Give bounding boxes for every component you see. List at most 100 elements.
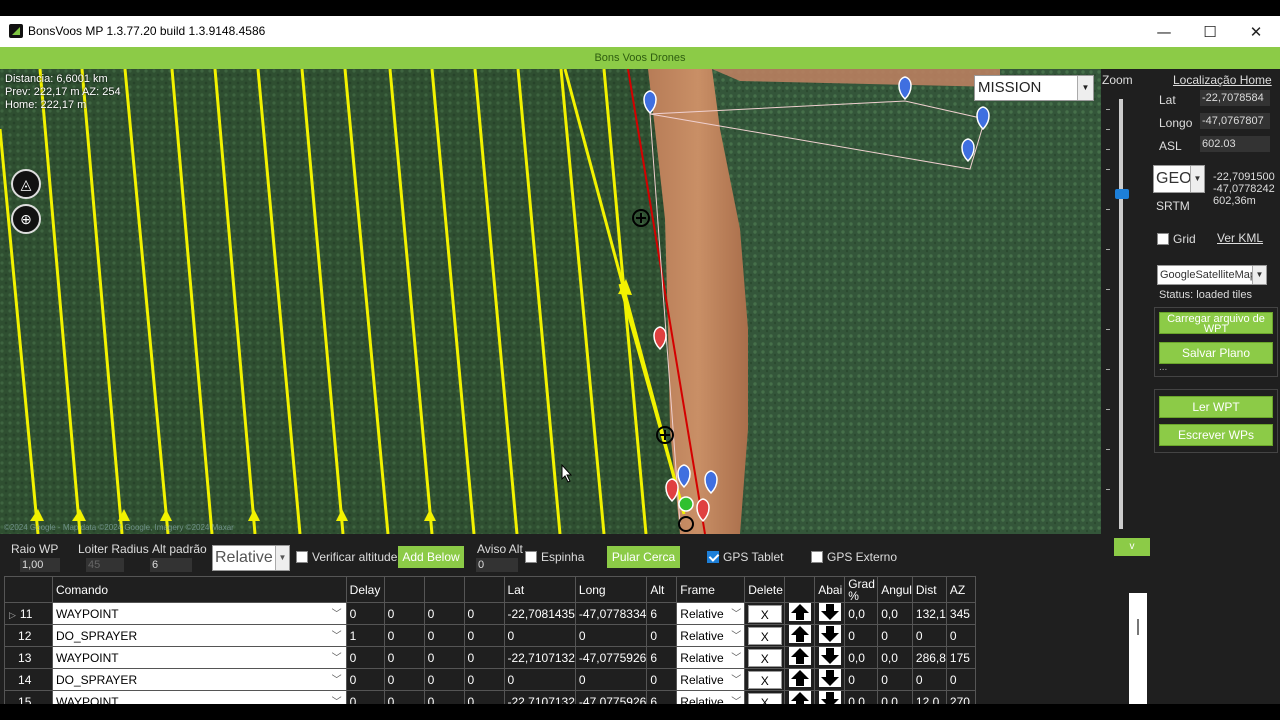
- move-down-cell[interactable]: [814, 690, 846, 704]
- alt-frame-select[interactable]: Relative ▼: [212, 545, 290, 571]
- delete-cell[interactable]: X: [744, 646, 786, 669]
- lat-input[interactable]: -22,7078584: [1200, 90, 1270, 106]
- long-input[interactable]: -47,0767807: [1200, 113, 1270, 129]
- long-cell[interactable]: 0: [574, 624, 648, 647]
- command-select[interactable]: WAYPOINT ﹀: [51, 690, 347, 704]
- lat-cell[interactable]: 0: [503, 624, 576, 647]
- param2-cell[interactable]: 0: [383, 690, 425, 704]
- move-up-cell[interactable]: [784, 668, 816, 691]
- param4-cell[interactable]: 0: [463, 624, 505, 647]
- raio-wp-input[interactable]: 1,00: [20, 558, 60, 572]
- command-select[interactable]: WAYPOINT ﹀: [51, 646, 347, 669]
- verificar-altitude-checkbox[interactable]: Verificar altitude: [296, 550, 397, 564]
- home-location-link[interactable]: Localização Home: [1173, 73, 1272, 87]
- move-down-cell[interactable]: [814, 646, 846, 669]
- move-down-cell[interactable]: [814, 602, 846, 625]
- long-cell[interactable]: -47,0778334: [574, 602, 648, 625]
- column-header[interactable]: [383, 576, 425, 603]
- delay-cell[interactable]: 0: [345, 668, 385, 691]
- zoom-slider-thumb[interactable]: [1115, 189, 1129, 199]
- param4-cell[interactable]: 0: [463, 668, 505, 691]
- move-down-icon[interactable]: [818, 625, 841, 643]
- maximize-button[interactable]: ☐: [1187, 18, 1233, 46]
- param2-cell[interactable]: 0: [383, 624, 425, 647]
- row-number[interactable]: 13: [4, 646, 53, 669]
- long-cell[interactable]: -47,0775926: [574, 646, 648, 669]
- delete-button[interactable]: X: [747, 692, 782, 704]
- move-up-cell[interactable]: [784, 602, 816, 625]
- move-up-icon[interactable]: [788, 669, 811, 687]
- gps-tablet-box[interactable]: [707, 551, 719, 563]
- read-wpt-button[interactable]: Ler WPT: [1159, 396, 1273, 418]
- move-up-icon[interactable]: [788, 625, 811, 643]
- param3-cell[interactable]: 0: [423, 690, 465, 704]
- column-header[interactable]: [784, 576, 816, 603]
- gps-tablet-checkbox[interactable]: GPS Tablet: [707, 550, 783, 564]
- move-down-cell[interactable]: [814, 624, 846, 647]
- column-header[interactable]: AZ: [945, 576, 976, 603]
- alt-cell[interactable]: 6: [646, 646, 678, 669]
- column-header[interactable]: Delete: [744, 576, 786, 603]
- param3-cell[interactable]: 0: [423, 602, 465, 625]
- column-header[interactable]: Abai: [814, 576, 846, 603]
- command-select[interactable]: WAYPOINT ﹀: [51, 602, 347, 625]
- lat-cell[interactable]: -22,7081435: [503, 602, 576, 625]
- loiter-radius-input[interactable]: 45: [86, 558, 124, 572]
- param3-cell[interactable]: 0: [423, 646, 465, 669]
- compass-icon[interactable]: ◬: [11, 169, 41, 199]
- espinha-box[interactable]: [525, 551, 537, 563]
- column-header[interactable]: [423, 576, 465, 603]
- row-number[interactable]: 14: [4, 668, 53, 691]
- param2-cell[interactable]: 0: [383, 668, 425, 691]
- frame-select[interactable]: Relative ﹀: [676, 602, 746, 625]
- write-wps-button[interactable]: Escrever WPs: [1159, 424, 1273, 446]
- param4-cell[interactable]: 0: [463, 602, 505, 625]
- param3-cell[interactable]: 0: [423, 668, 465, 691]
- move-up-icon[interactable]: [788, 691, 811, 704]
- home-marker[interactable]: [678, 496, 694, 512]
- alt-cell[interactable]: 6: [646, 602, 678, 625]
- frame-select[interactable]: Relative ﹀: [676, 690, 746, 704]
- alt-padrao-input[interactable]: 6: [150, 558, 192, 572]
- aviso-alt-input[interactable]: 0: [476, 558, 518, 572]
- asl-input[interactable]: 602.03: [1200, 136, 1270, 152]
- delay-cell[interactable]: 0: [345, 602, 385, 625]
- frame-select[interactable]: Relative ﹀: [676, 646, 746, 669]
- move-down-icon[interactable]: [818, 603, 841, 621]
- column-header[interactable]: Alt: [646, 576, 678, 603]
- map-view[interactable]: Distancia: 6,6001 km Prev: 222,17 m AZ: …: [0, 69, 1101, 534]
- move-down-cell[interactable]: [814, 668, 846, 691]
- zoom-slider-track[interactable]: [1119, 99, 1123, 529]
- pular-cerca-button[interactable]: Pular Cerca: [607, 546, 680, 568]
- table-scrollbar[interactable]: [1129, 593, 1147, 704]
- add-below-button[interactable]: Add Below: [398, 546, 464, 568]
- delete-button[interactable]: X: [747, 648, 782, 667]
- move-down-icon[interactable]: [818, 691, 841, 704]
- lat-cell[interactable]: 0: [503, 668, 576, 691]
- column-header[interactable]: [463, 576, 505, 603]
- move-down-icon[interactable]: [818, 669, 841, 687]
- table-row[interactable]: 14 DO_SPRAYER ﹀ 0 0 0 0 0 0 0 Relative ﹀ X 0 0 0 0: [4, 668, 976, 691]
- param2-cell[interactable]: 0: [383, 646, 425, 669]
- row-number[interactable]: ▷ 11: [4, 602, 53, 625]
- minimize-button[interactable]: —: [1141, 18, 1187, 46]
- column-header[interactable]: Grad %: [844, 576, 879, 603]
- expand-button[interactable]: v: [1114, 538, 1150, 556]
- zoom-in-icon[interactable]: ⊕: [11, 204, 41, 234]
- param4-cell[interactable]: 0: [463, 646, 505, 669]
- load-wpt-button[interactable]: Carregar arquivo de WPT: [1159, 312, 1273, 335]
- move-up-icon[interactable]: [788, 647, 811, 665]
- column-header[interactable]: Delay: [345, 576, 385, 603]
- delay-cell[interactable]: 0: [345, 646, 385, 669]
- alt-cell[interactable]: 0: [646, 624, 678, 647]
- lat-cell[interactable]: -22,7107132: [503, 646, 576, 669]
- command-select[interactable]: DO_SPRAYER ﹀: [51, 624, 347, 647]
- delay-cell[interactable]: 0: [345, 690, 385, 704]
- table-row[interactable]: 13 WAYPOINT ﹀ 0 0 0 0 -22,7107132 -47,0775926 6 Re…: [4, 646, 976, 669]
- delete-button[interactable]: X: [747, 670, 782, 689]
- move-up-cell[interactable]: [784, 690, 816, 704]
- param4-cell[interactable]: 0: [463, 690, 505, 704]
- column-header[interactable]: Angul: [877, 576, 913, 603]
- gps-externo-checkbox[interactable]: GPS Externo: [811, 550, 897, 564]
- column-header[interactable]: Long: [574, 576, 648, 603]
